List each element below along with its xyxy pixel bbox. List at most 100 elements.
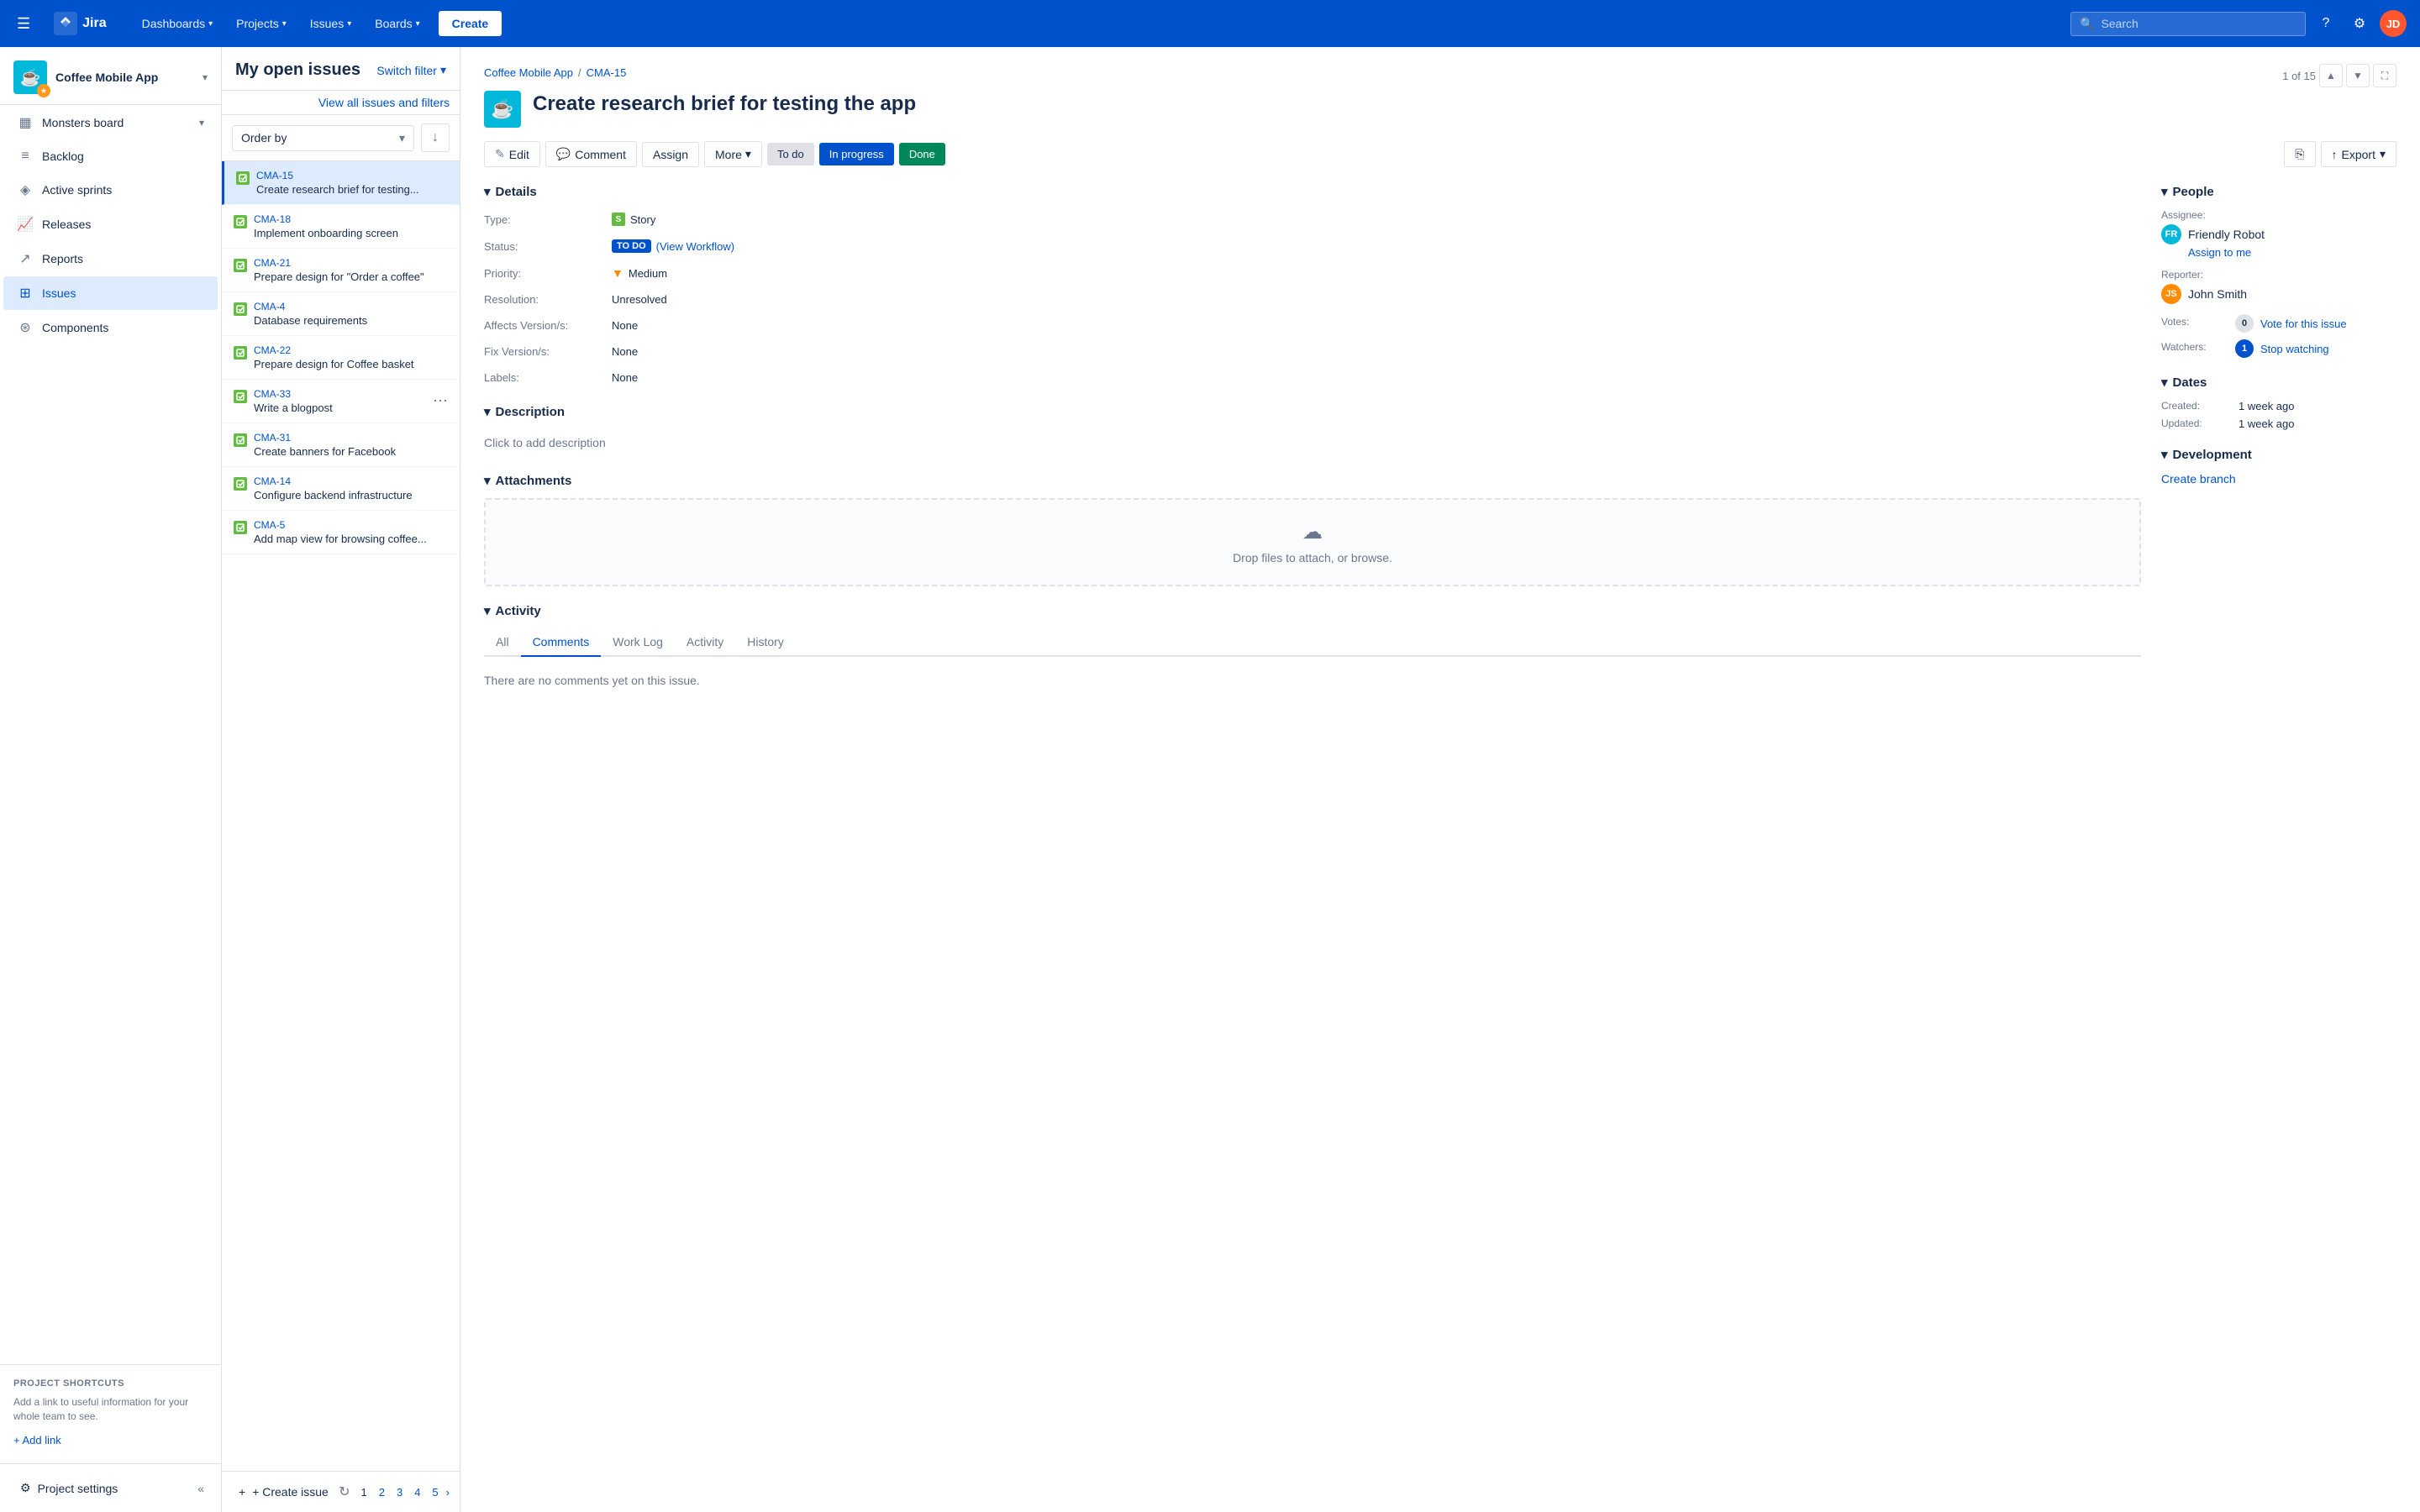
add-link-button[interactable]: + Add link — [13, 1431, 208, 1450]
activity-tab-comments[interactable]: Comments — [521, 628, 602, 657]
issue-key: CMA-14 — [254, 475, 448, 487]
assign-button[interactable]: Assign — [642, 142, 699, 167]
votes-row: Votes: 0 Vote for this issue — [2161, 314, 2396, 333]
view-workflow-link[interactable]: (View Workflow) — [656, 240, 734, 253]
breadcrumb-issue-link[interactable]: CMA-15 — [587, 66, 627, 79]
create-issue-button[interactable]: + + Create issue — [232, 1480, 335, 1504]
nav-boards[interactable]: Boards ▾ — [366, 12, 428, 35]
issue-item-cma-18[interactable]: CMA-18 Implement onboarding screen — [222, 205, 460, 249]
priority-medium-icon: ▼ — [612, 266, 623, 280]
project-settings-button[interactable]: ⚙ Project settings — [13, 1474, 124, 1502]
stop-watching-link[interactable]: Stop watching — [2260, 343, 2329, 355]
board-icon: ▦ — [17, 114, 34, 131]
updated-label: Updated: — [2161, 417, 2228, 430]
prev-issue-button[interactable]: ▲ — [2319, 64, 2343, 87]
user-avatar[interactable]: JD — [2380, 10, 2407, 37]
create-button[interactable]: Create — [439, 11, 502, 36]
assign-to-me-link[interactable]: Assign to me — [2188, 246, 2396, 259]
attachments-dropzone[interactable]: ☁ Drop files to attach, or browse. — [484, 498, 2141, 586]
nav-issues[interactable]: Issues ▾ — [302, 12, 360, 35]
inprogress-status-button[interactable]: In progress — [819, 143, 894, 165]
project-chevron-icon[interactable]: ▾ — [203, 71, 208, 83]
status-value: TO DO (View Workflow) — [612, 236, 2141, 256]
issue-content: CMA-22 Prepare design for Coffee basket — [254, 344, 448, 370]
sidebar-item-backlog[interactable]: ≡ Backlog — [3, 140, 218, 172]
issue-item-cma-15[interactable]: CMA-15 Create research brief for testing… — [222, 161, 460, 205]
description-placeholder[interactable]: Click to add description — [484, 429, 2141, 456]
sidebar-item-components[interactable]: ⊛ Components — [3, 311, 218, 344]
comment-button[interactable]: 💬 Comment — [545, 141, 637, 167]
people-section-title[interactable]: ▾ People — [2161, 184, 2396, 199]
activity-chevron-icon: ▾ — [484, 603, 491, 618]
collapse-sidebar-button[interactable]: « — [194, 1478, 208, 1499]
detail-header: Coffee Mobile App / CMA-15 1 of 15 ▲ ▼ — [484, 64, 2396, 87]
development-section-title[interactable]: ▾ Development — [2161, 447, 2396, 462]
hamburger-menu[interactable]: ☰ — [13, 12, 34, 36]
issues-list: CMA-15 Create research brief for testing… — [222, 161, 460, 1471]
view-all-issues-link[interactable]: View all issues and filters — [318, 96, 450, 109]
search-input[interactable] — [2101, 17, 2296, 30]
sidebar-footer: ⚙ Project settings « — [0, 1463, 221, 1512]
activity-tab-activity[interactable]: Activity — [675, 628, 735, 657]
sidebar-item-reports[interactable]: ↗ Reports — [3, 242, 218, 276]
nav-dashboards[interactable]: Dashboards ▾ — [134, 12, 222, 35]
main-layout: ☕ ★ Coffee Mobile App ▾ ▦ Monsters board… — [0, 47, 2420, 1512]
labels-label: Labels: — [484, 368, 602, 387]
create-branch-link[interactable]: Create branch — [2161, 472, 2236, 486]
chevron-up-icon: ▲ — [2326, 70, 2336, 81]
issue-item-cma-14[interactable]: CMA-14 Configure backend infrastructure — [222, 467, 460, 511]
activity-section-title[interactable]: ▾ Activity — [484, 603, 2141, 618]
sidebar-item-releases[interactable]: 📈 Releases — [3, 207, 218, 241]
votes-count: 0 — [2235, 314, 2254, 333]
settings-button[interactable]: ⚙ — [2346, 10, 2373, 37]
vote-link[interactable]: Vote for this issue — [2260, 318, 2347, 330]
activity-tab-worklog[interactable]: Work Log — [601, 628, 675, 657]
share-button[interactable]: ⎘ — [2284, 141, 2315, 167]
search-bar[interactable]: 🔍 — [2070, 12, 2306, 36]
more-button[interactable]: More ▾ — [704, 141, 762, 167]
issue-item-cma-5[interactable]: CMA-5 Add map view for browsing coffee..… — [222, 511, 460, 554]
issue-item-cma-21[interactable]: CMA-21 Prepare design for "Order a coffe… — [222, 249, 460, 292]
create-issue-icon: + — [239, 1485, 245, 1499]
issue-item-cma-31[interactable]: CMA-31 Create banners for Facebook — [222, 423, 460, 467]
issue-item-cma-33[interactable]: CMA-33 Write a blogpost ⋯ — [222, 380, 460, 423]
details-section-title[interactable]: ▾ Type: Details — [484, 184, 2141, 199]
breadcrumb-project-link[interactable]: Coffee Mobile App — [484, 66, 573, 79]
chevron-down-icon: ▾ — [282, 19, 287, 29]
activity-tab-history[interactable]: History — [735, 628, 796, 657]
sidebar-item-board[interactable]: ▦ Monsters board ▾ — [3, 106, 218, 139]
order-by-select[interactable]: Order by ▾ — [232, 125, 414, 151]
description-section: ▾ Description Click to add description — [484, 404, 2141, 456]
description-section-title[interactable]: ▾ Description — [484, 404, 2141, 419]
issue-item-cma-4[interactable]: CMA-4 Database requirements — [222, 292, 460, 336]
nav-projects[interactable]: Projects ▾ — [228, 12, 295, 35]
jira-logo[interactable]: Jira — [40, 0, 119, 47]
refresh-button[interactable]: ↻ — [339, 1483, 350, 1500]
sidebar-item-active-sprints[interactable]: ◈ Active sprints — [3, 173, 218, 207]
done-status-button[interactable]: Done — [899, 143, 945, 165]
edit-button[interactable]: ✎ Edit — [484, 141, 540, 167]
page-3[interactable]: 3 — [392, 1484, 407, 1500]
todo-status-button[interactable]: To do — [767, 143, 814, 165]
expand-issue-button[interactable]: ⛶ — [2373, 64, 2396, 87]
dates-section-title[interactable]: ▾ Dates — [2161, 375, 2396, 390]
activity-tab-all[interactable]: All — [484, 628, 521, 657]
sidebar-item-issues[interactable]: ⊞ Issues — [3, 276, 218, 310]
attachments-section-title[interactable]: ▾ Attachments — [484, 473, 2141, 488]
export-button[interactable]: ↑ Export ▾ — [2321, 141, 2397, 167]
sort-direction-button[interactable]: ↓ — [421, 123, 450, 152]
issues-panel: My open issues Switch filter ▾ View all … — [222, 47, 460, 1512]
switch-filter-button[interactable]: Switch filter ▾ — [376, 63, 446, 77]
issue-item-cma-22[interactable]: CMA-22 Prepare design for Coffee basket — [222, 336, 460, 380]
page-2[interactable]: 2 — [375, 1484, 389, 1500]
help-button[interactable]: ? — [2312, 10, 2339, 37]
issue-more-options[interactable]: ⋯ — [433, 392, 448, 410]
project-badge: ★ — [37, 84, 50, 97]
priority-label: Priority: — [484, 264, 602, 283]
top-navigation: ☰ Jira Dashboards ▾ Projects ▾ Issues ▾ … — [0, 0, 2420, 47]
page-5[interactable]: 5 — [428, 1484, 442, 1500]
page-4[interactable]: 4 — [410, 1484, 424, 1500]
next-issue-button[interactable]: ▼ — [2346, 64, 2370, 87]
issue-summary: Write a blogpost — [254, 402, 426, 414]
next-page-button[interactable]: › — [446, 1486, 450, 1499]
